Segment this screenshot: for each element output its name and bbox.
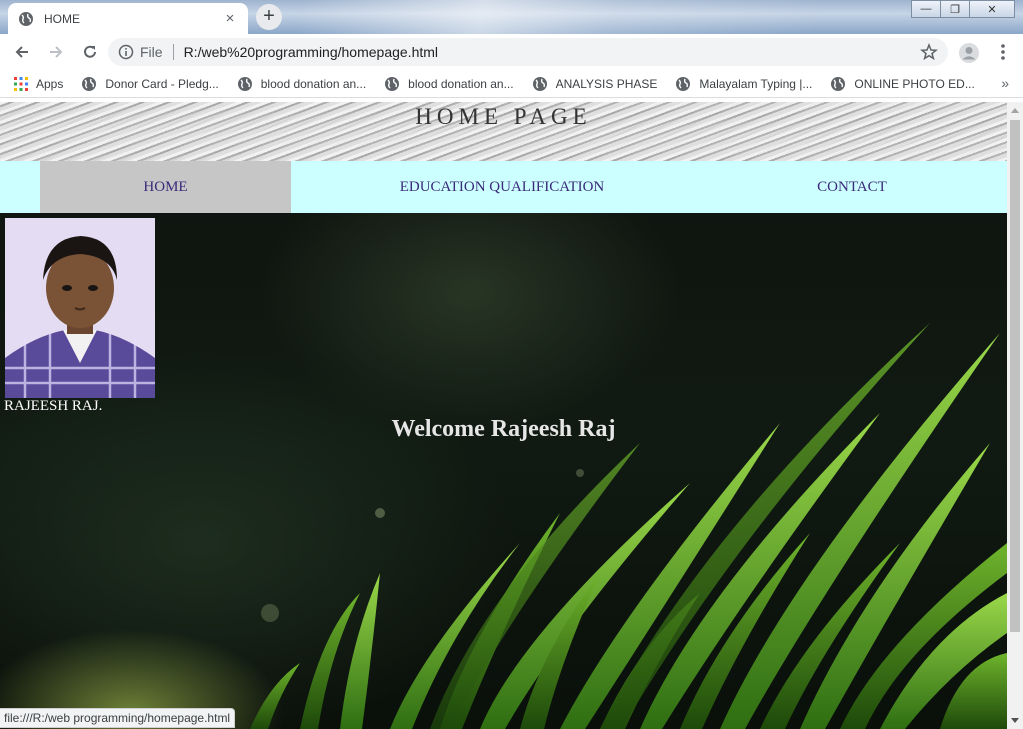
tab-title: HOME bbox=[44, 11, 80, 26]
scrollbar-thumb[interactable] bbox=[1010, 120, 1020, 632]
bookmark-label: ANALYSIS PHASE bbox=[555, 76, 658, 91]
bookmark-label: ONLINE PHOTO ED... bbox=[854, 76, 975, 91]
main-nav: HOME EDUCATION QUALIFICATION CONTACT bbox=[0, 161, 1007, 213]
browser-toolbar: File R:/web%20programming/homepage.html bbox=[0, 34, 1023, 70]
profile-photo bbox=[5, 218, 155, 398]
bookmarks-bar: Apps Donor Card - Pledg... blood donatio… bbox=[0, 70, 1023, 98]
address-separator bbox=[172, 44, 174, 60]
nav-education-link[interactable]: EDUCATION QUALIFICATION bbox=[360, 161, 644, 213]
bookmark-label: blood donation an... bbox=[260, 76, 367, 91]
globe-icon bbox=[532, 76, 547, 91]
close-window-button[interactable]: ✕ bbox=[969, 0, 1015, 18]
forward-arrow-icon bbox=[50, 46, 63, 58]
nav-contact-link[interactable]: CONTACT bbox=[760, 161, 944, 213]
page-title: HOME PAGE bbox=[415, 104, 592, 129]
browser-tab[interactable]: HOME × bbox=[8, 3, 248, 34]
nav-home-link[interactable]: HOME bbox=[40, 161, 291, 213]
bookmark-item[interactable]: blood donation an... bbox=[237, 76, 366, 92]
bookmark-label: Malayalam Typing |... bbox=[699, 76, 813, 91]
bookmark-label: Donor Card - Pledg... bbox=[105, 76, 219, 91]
tab-close-icon[interactable]: × bbox=[222, 10, 238, 27]
bookmark-label: Apps bbox=[36, 76, 64, 91]
new-tab-button[interactable]: + bbox=[256, 4, 282, 30]
bookmark-item[interactable]: ANALYSIS PHASE bbox=[532, 76, 658, 92]
back-button[interactable] bbox=[6, 36, 38, 68]
bookmark-star-icon[interactable] bbox=[920, 43, 938, 61]
globe-icon bbox=[676, 76, 691, 91]
address-bar[interactable]: File R:/web%20programming/homepage.html bbox=[108, 38, 948, 66]
welcome-heading: Welcome Rajeesh Raj bbox=[391, 416, 616, 442]
profile-avatar-icon[interactable] bbox=[958, 42, 980, 64]
reload-icon bbox=[84, 45, 96, 58]
bookmarks-overflow-icon[interactable]: » bbox=[1001, 75, 1009, 91]
window-controls: — ❐ ✕ bbox=[911, 0, 1015, 18]
scroll-down-arrow-icon[interactable] bbox=[1011, 718, 1019, 723]
globe-icon bbox=[831, 76, 846, 91]
bookmark-label: blood donation an... bbox=[408, 76, 514, 91]
globe-icon bbox=[237, 76, 252, 91]
bookmark-item[interactable]: Malayalam Typing |... bbox=[675, 76, 812, 92]
status-bar-url: file:///R:/web programming/homepage.html bbox=[0, 708, 236, 728]
menu-kebab-icon[interactable] bbox=[994, 42, 1012, 62]
bookmark-apps[interactable]: Apps bbox=[14, 76, 64, 91]
address-url[interactable]: R:/web%20programming/homepage.html bbox=[184, 44, 920, 60]
globe-icon bbox=[82, 76, 97, 91]
scroll-up-arrow-icon[interactable] bbox=[1011, 108, 1019, 113]
content-area: RAJEESH RAJ. Welcome Rajeesh Raj bbox=[0, 213, 1007, 729]
bookmark-item[interactable]: ONLINE PHOTO ED... bbox=[830, 76, 975, 92]
reload-button[interactable] bbox=[74, 36, 106, 68]
bookmark-item[interactable]: Donor Card - Pledg... bbox=[81, 76, 219, 92]
profile-name: RAJEESH RAJ. bbox=[4, 398, 103, 414]
globe-icon bbox=[19, 11, 33, 26]
back-arrow-icon bbox=[15, 46, 28, 58]
person-portrait-image bbox=[5, 218, 155, 398]
scheme-label: File bbox=[140, 44, 163, 60]
minimize-button[interactable]: — bbox=[911, 0, 941, 18]
forward-button[interactable] bbox=[40, 36, 72, 68]
page-header: HOME PAGE bbox=[0, 102, 1007, 161]
globe-icon bbox=[385, 76, 400, 91]
info-icon[interactable] bbox=[118, 44, 134, 60]
bookmark-item[interactable]: blood donation an... bbox=[384, 76, 514, 92]
title-bar-decoration bbox=[300, 0, 820, 34]
maximize-button[interactable]: ❐ bbox=[940, 0, 970, 18]
page-scrollbar[interactable] bbox=[1007, 102, 1023, 729]
title-bar: HOME × + — ❐ ✕ bbox=[0, 0, 1023, 34]
page-viewport: HOME PAGE HOME EDUCATION QUALIFICATION C… bbox=[0, 102, 1007, 729]
apps-grid-icon bbox=[14, 76, 28, 91]
